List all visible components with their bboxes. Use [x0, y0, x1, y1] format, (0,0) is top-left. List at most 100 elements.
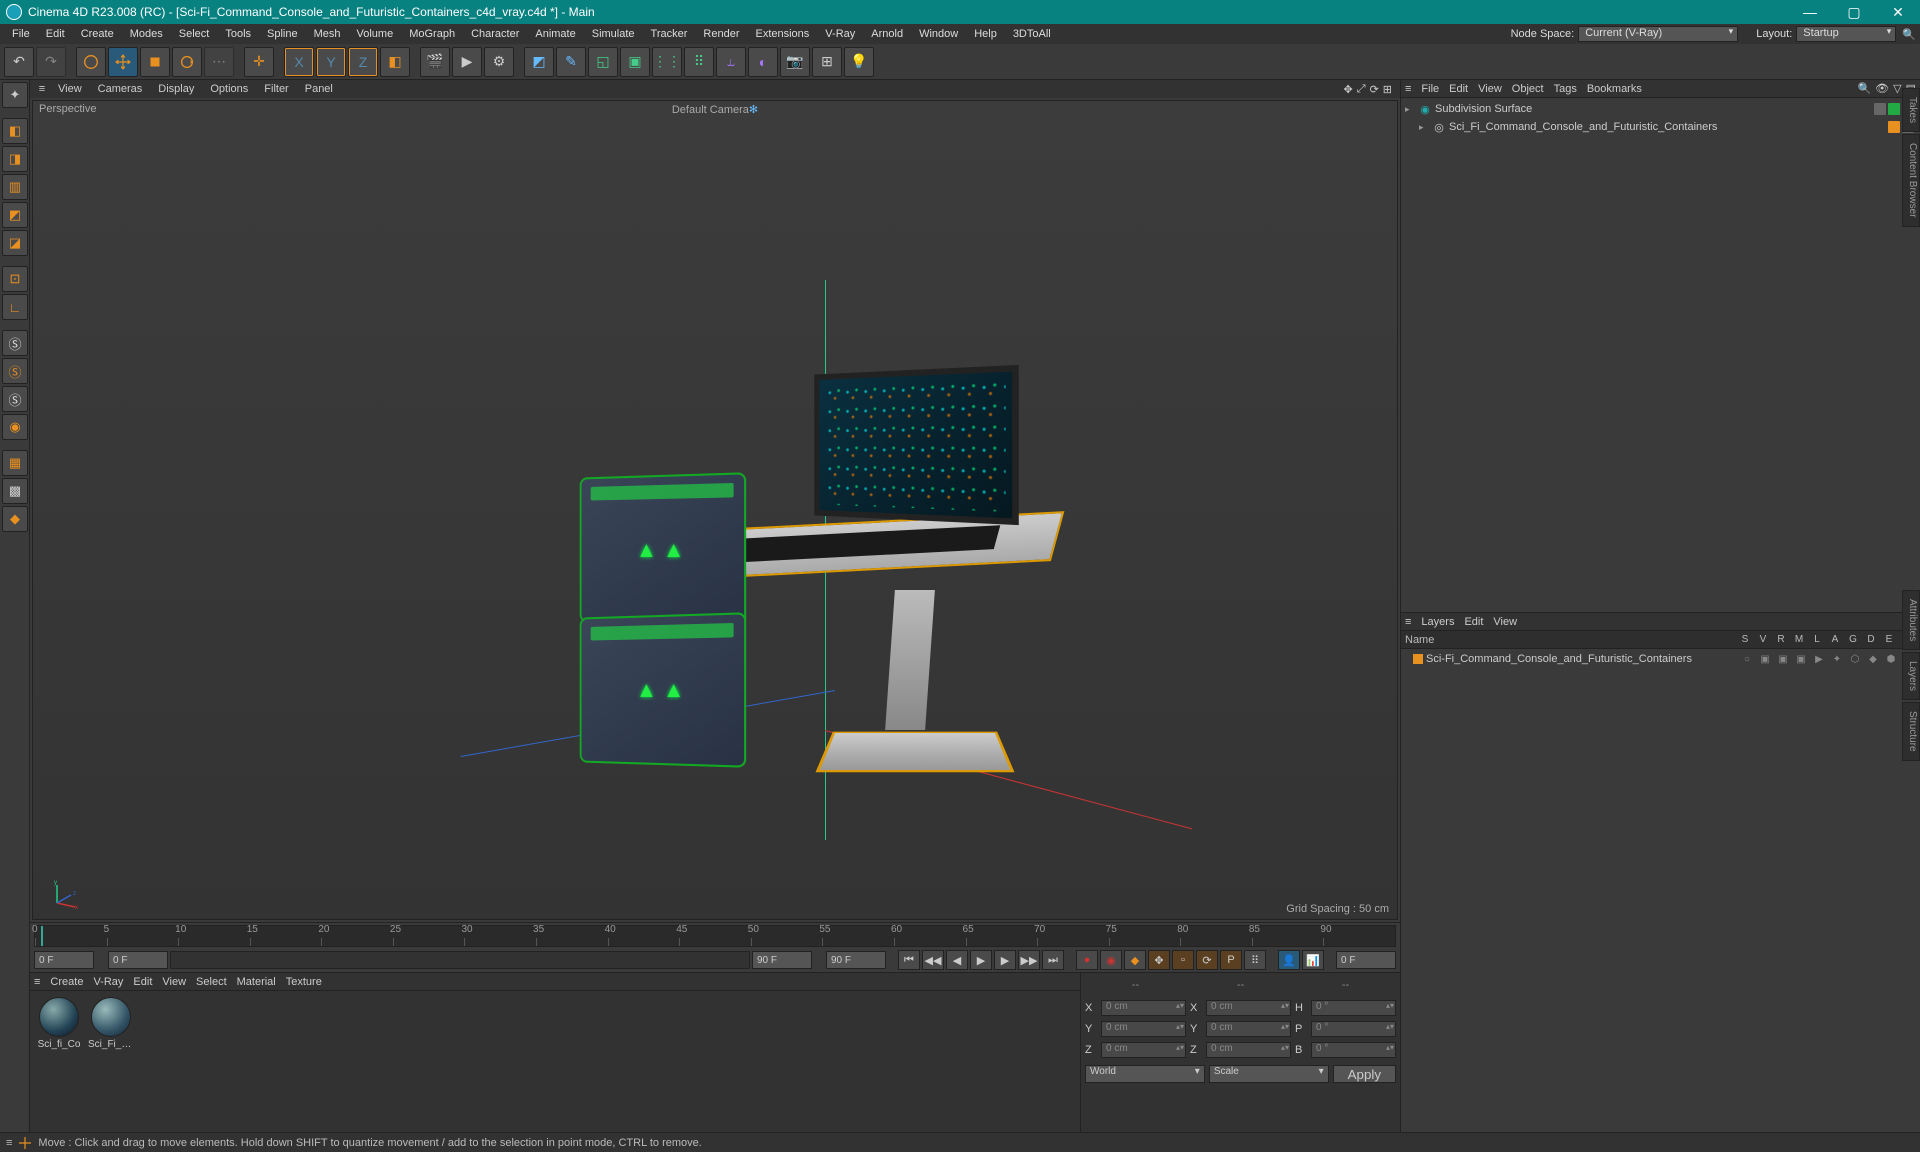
menu-tracker[interactable]: Tracker [643, 24, 696, 44]
objmgr-menu-tags[interactable]: Tags [1554, 83, 1577, 95]
viewport-pan-icon[interactable]: ✥ [1344, 83, 1353, 96]
undo-button[interactable]: ↶ [4, 47, 34, 77]
menu-mograph[interactable]: MoGraph [401, 24, 463, 44]
timeline-end-preview-input[interactable] [752, 951, 812, 969]
size-z-input[interactable]: 0 cm▴▾ [1206, 1042, 1291, 1058]
rotate-tool-button[interactable] [172, 47, 202, 77]
size-x-input[interactable]: 0 cm▴▾ [1206, 1000, 1291, 1016]
goto-end-button[interactable]: ⏭ [1042, 950, 1064, 970]
menu-create[interactable]: Create [73, 24, 122, 44]
prev-frame-button[interactable]: ◀ [946, 950, 968, 970]
key-rot-button[interactable]: ⟳ [1196, 950, 1218, 970]
edge-tab-layers[interactable]: Layers [1902, 652, 1920, 700]
menu-arnold[interactable]: Arnold [863, 24, 911, 44]
solo-button[interactable]: ▦ [2, 450, 28, 476]
menu-spline[interactable]: Spline [259, 24, 306, 44]
layer-color-swatch[interactable] [1413, 654, 1423, 664]
pen-tool-button[interactable]: ✎ [556, 47, 586, 77]
quantize-button[interactable]: ◉ [2, 414, 28, 440]
material-slot[interactable]: Sci_fi_Co [36, 997, 82, 1050]
objmgr-menu-object[interactable]: Object [1512, 83, 1544, 95]
layout-search-icon[interactable]: 🔍 [1902, 28, 1916, 41]
y-axis-button[interactable]: Y [316, 47, 346, 77]
render-pictureviewer-button[interactable]: ▶ [452, 47, 482, 77]
menu-vray[interactable]: V-Ray [817, 24, 863, 44]
coord-system-button[interactable]: ◧ [380, 47, 410, 77]
object-row[interactable]: ▸ ◎ Sci_Fi_Command_Console_and_Futuristi… [1403, 118, 1918, 136]
timeline-start-input[interactable] [34, 951, 94, 969]
menu-3dtoall[interactable]: 3DToAll [1005, 24, 1059, 44]
deformer-bend-button[interactable]: ⥿ [716, 47, 746, 77]
redo-button[interactable]: ↷ [36, 47, 66, 77]
point-mode-button[interactable]: ⊡ [2, 266, 28, 292]
array-button[interactable]: ⋮⋮ [652, 47, 682, 77]
x-axis-button[interactable]: X [284, 47, 314, 77]
enable-snap-button[interactable]: Ⓢ [2, 330, 28, 356]
objmgr-menu-edit[interactable]: Edit [1449, 83, 1468, 95]
menu-window[interactable]: Window [911, 24, 966, 44]
timeline-current-input[interactable] [108, 951, 168, 969]
field-button[interactable]: ◐ [748, 47, 778, 77]
coord-space-dropdown[interactable]: World [1085, 1065, 1205, 1083]
live-select-button[interactable] [76, 47, 106, 77]
locked-workplane-button[interactable]: ◆ [2, 506, 28, 532]
object-tree[interactable]: ▸ ◉ Subdivision Surface ▸ ◎ Sci_Fi_Comma… [1401, 98, 1920, 612]
workplane-button[interactable]: ▥ [2, 174, 28, 200]
expand-icon[interactable]: ▸ [1405, 104, 1415, 115]
model-mode-button[interactable]: ◧ [2, 118, 28, 144]
mat-menu-select[interactable]: Select [196, 976, 227, 988]
layer-solo-toggle[interactable]: ○ [1738, 654, 1756, 665]
timeline-end-input[interactable] [826, 951, 886, 969]
edge-tab-takes[interactable]: Takes [1902, 88, 1920, 132]
viewport-menu-view[interactable]: View [50, 83, 90, 95]
expand-icon[interactable]: ▸ [1419, 122, 1429, 133]
z-axis-button[interactable]: Z [348, 47, 378, 77]
timeline-dopesheet-button[interactable]: 📊 [1302, 950, 1324, 970]
rot-h-input[interactable]: 0 °▴▾ [1311, 1000, 1396, 1016]
render-queue-button[interactable]: ⊞ [812, 47, 842, 77]
timeline-settings-button[interactable]: 👤 [1278, 950, 1300, 970]
workplane-snap-button[interactable]: Ⓢ [2, 386, 28, 412]
coord-scale-dropdown[interactable]: Scale [1209, 1065, 1329, 1083]
coord-apply-button[interactable]: Apply [1333, 1065, 1396, 1083]
layer-tag-icon[interactable] [1888, 121, 1900, 133]
cloner-button[interactable]: ⠿ [684, 47, 714, 77]
burger-icon[interactable]: ≡ [1405, 616, 1411, 628]
primitive-cube-button[interactable]: ◩ [524, 47, 554, 77]
menu-simulate[interactable]: Simulate [584, 24, 643, 44]
layer-tag-icon[interactable] [1874, 103, 1886, 115]
mat-menu-edit[interactable]: Edit [133, 976, 152, 988]
objmgr-eye-icon[interactable]: 👁 [1875, 82, 1889, 95]
keyframe-sel-button[interactable]: ◆ [1124, 950, 1146, 970]
light-button[interactable]: 💡 [844, 47, 874, 77]
layers-menu-view[interactable]: View [1493, 616, 1517, 628]
goto-start-button[interactable]: ⏮ [898, 950, 920, 970]
pos-y-input[interactable]: 0 cm▴▾ [1101, 1021, 1186, 1037]
rot-b-input[interactable]: 0 °▴▾ [1311, 1042, 1396, 1058]
last-tool-button[interactable]: ⋯ [204, 47, 234, 77]
menu-volume[interactable]: Volume [349, 24, 402, 44]
generator-subdiv-button[interactable]: ◱ [588, 47, 618, 77]
render-view-button[interactable]: 🎬 [420, 47, 450, 77]
texture-mode-button[interactable]: ◨ [2, 146, 28, 172]
viewport-menu-panel[interactable]: Panel [297, 83, 341, 95]
layer-view-toggle[interactable]: ▣ [1756, 654, 1774, 665]
layer-manager-toggle[interactable]: ▣ [1792, 654, 1810, 665]
rot-p-input[interactable]: 0 °▴▾ [1311, 1021, 1396, 1037]
next-frame-button[interactable]: ▶ [994, 950, 1016, 970]
mat-menu-material[interactable]: Material [237, 976, 276, 988]
layer-row[interactable]: Sci-Fi_Command_Console_and_Futuristic_Co… [1403, 651, 1918, 667]
layout-dropdown[interactable]: Startup [1796, 26, 1896, 42]
viewport-orbit-icon[interactable]: ⟳ [1370, 83, 1379, 96]
viewport-menu-filter[interactable]: Filter [256, 83, 296, 95]
menu-tools[interactable]: Tools [217, 24, 259, 44]
record-button[interactable]: ● [1076, 950, 1098, 970]
size-y-input[interactable]: 0 cm▴▾ [1206, 1021, 1291, 1037]
menu-edit[interactable]: Edit [38, 24, 73, 44]
prev-key-button[interactable]: ◀◀ [922, 950, 944, 970]
viewport-menu-options[interactable]: Options [202, 83, 256, 95]
menu-select[interactable]: Select [171, 24, 218, 44]
object-mode-button[interactable]: ◩ [2, 202, 28, 228]
camera-button[interactable]: 📷 [780, 47, 810, 77]
axis-mode-button[interactable]: ◪ [2, 230, 28, 256]
